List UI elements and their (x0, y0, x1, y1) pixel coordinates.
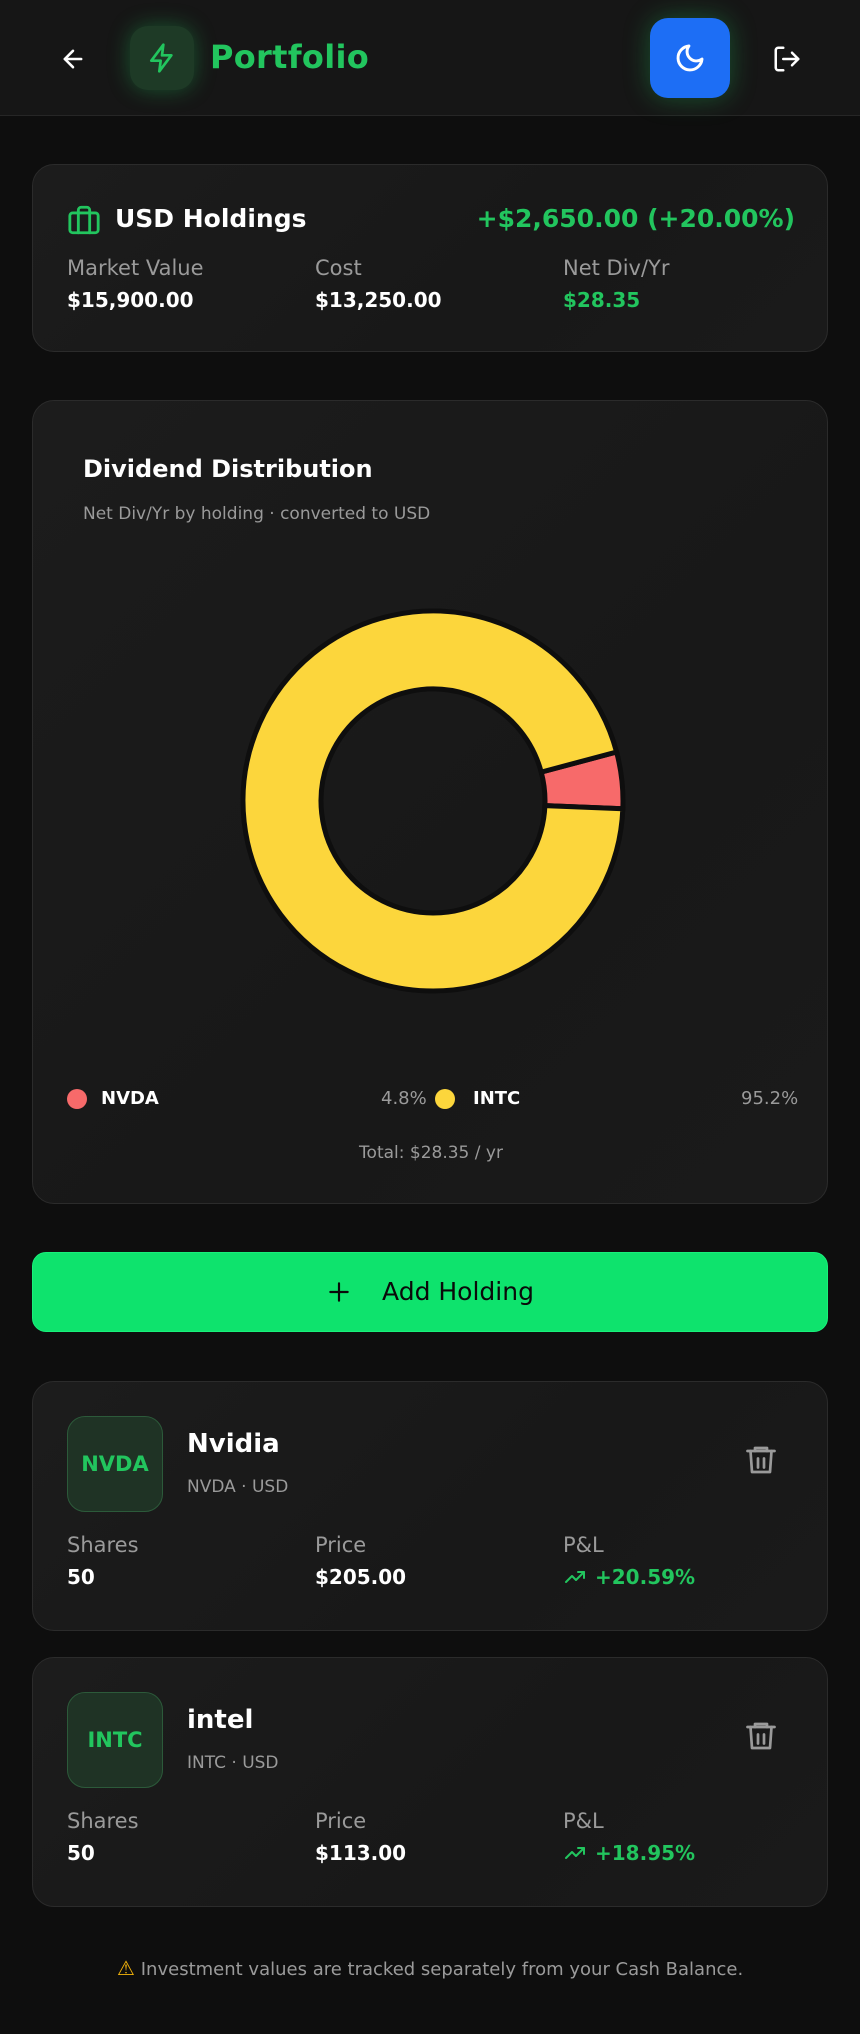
moon-icon (676, 44, 704, 72)
pl-value: +18.95% (563, 1838, 695, 1868)
legend-label-intc: INTC (473, 1088, 521, 1109)
add-holding-button[interactable]: Add Holding (32, 1252, 828, 1332)
chart-subtitle: Net Div/Yr by holding · converted to USD (83, 504, 431, 524)
trending-up-icon (565, 1571, 585, 1583)
dividend-total: Total: $28.35 / yr (359, 1143, 503, 1163)
chart-title: Dividend Distribution (83, 455, 373, 483)
logout-icon (774, 46, 800, 72)
app-logo (130, 26, 194, 90)
price-label: Price (315, 1533, 367, 1557)
back-button[interactable] (52, 38, 94, 80)
warning-icon: ⚠ (116, 1956, 135, 1980)
usd-holdings-summary-card: USD Holdings +$2,650.00 (+20.00%) Market… (32, 164, 828, 352)
trending-up-icon (565, 1847, 585, 1859)
legend-label-nvda: NVDA (101, 1088, 159, 1109)
briefcase-icon (68, 205, 100, 235)
cost-value: $13,250.00 (315, 288, 442, 312)
legend-pct-intc: 95.2% (741, 1088, 799, 1109)
pl-percent: +18.95% (595, 1841, 696, 1865)
add-holding-label: Add Holding (382, 1277, 534, 1306)
shares-label: Shares (67, 1533, 139, 1557)
delete-holding-button[interactable] (743, 1716, 779, 1756)
pl-label: P&L (563, 1533, 604, 1557)
holding-name: intel (187, 1705, 254, 1735)
shares-label: Shares (67, 1809, 139, 1833)
plus-icon (329, 1282, 349, 1302)
shares-value: 50 (67, 1841, 95, 1865)
pl-value: +20.59% (563, 1562, 695, 1592)
holding-card: INTC intel INTC · USD Shares 50 Price $1… (32, 1657, 828, 1907)
holding-name: Nvidia (187, 1429, 280, 1459)
delete-holding-button[interactable] (743, 1440, 779, 1480)
holding-card: NVDA Nvidia NVDA · USD Shares 50 Price $… (32, 1381, 828, 1631)
legend-dot-nvda (67, 1089, 87, 1109)
footer-note-text: Investment values are tracked separately… (140, 1959, 744, 1980)
shares-value: 50 (67, 1565, 95, 1589)
summary-title: USD Holdings (115, 204, 307, 233)
price-value: $113.00 (315, 1841, 407, 1865)
holding-subtitle: INTC · USD (187, 1753, 279, 1773)
summary-gain: +$2,650.00 (+20.00%) (476, 204, 795, 233)
logout-button[interactable] (766, 38, 808, 80)
net-div-value: $28.35 (563, 288, 641, 312)
cost-label: Cost (315, 256, 362, 280)
arrow-left-icon (63, 49, 83, 69)
lightning-icon (150, 43, 173, 73)
dividend-distribution-card: Dividend Distribution Net Div/Yr by hold… (32, 400, 828, 1204)
ticker-badge: NVDA (67, 1416, 163, 1512)
dividend-donut-chart (240, 608, 626, 994)
footer-note: ⚠ Investment values are tracked separatel… (0, 1953, 860, 1985)
legend-dot-intc (435, 1089, 455, 1109)
market-value: $15,900.00 (67, 288, 194, 312)
legend-pct-nvda: 4.8% (381, 1088, 427, 1109)
holding-subtitle: NVDA · USD (187, 1477, 289, 1497)
net-div-label: Net Div/Yr (563, 256, 670, 280)
ticker-badge: INTC (67, 1692, 163, 1788)
market-value-label: Market Value (67, 256, 204, 280)
app-header: Portfolio (0, 0, 860, 116)
page-title: Portfolio (210, 38, 370, 76)
pl-label: P&L (563, 1809, 604, 1833)
theme-toggle-button[interactable] (650, 18, 730, 98)
price-label: Price (315, 1809, 367, 1833)
pl-percent: +20.59% (595, 1565, 696, 1589)
price-value: $205.00 (315, 1565, 407, 1589)
